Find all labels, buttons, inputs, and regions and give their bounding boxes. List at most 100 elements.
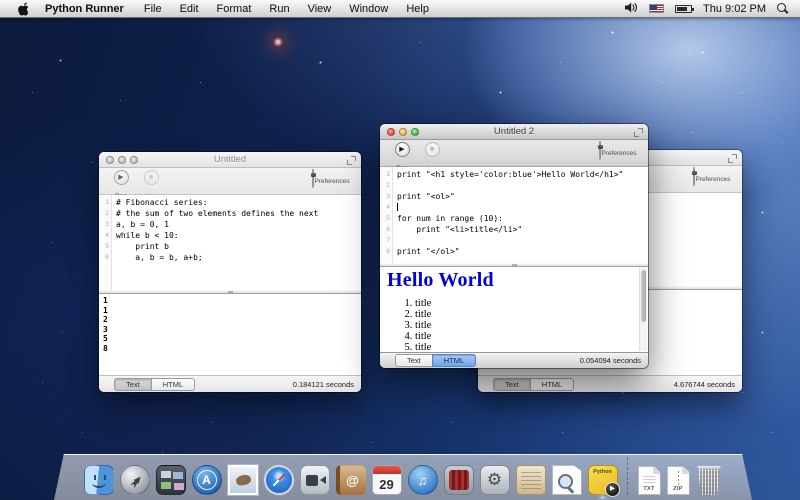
code-row: 5for num in range (10): [380, 213, 648, 224]
safari-icon[interactable] [264, 465, 294, 495]
status-bar: Text HTML 4.676744 seconds [478, 375, 742, 392]
preferences-button[interactable]: Preferences [689, 168, 735, 186]
battery-icon[interactable] [675, 5, 692, 13]
titlebar[interactable]: Untitled [99, 152, 361, 168]
line-number: 7 [380, 235, 392, 246]
tab-html[interactable]: HTML [432, 354, 476, 367]
fullscreen-icon[interactable] [347, 156, 356, 165]
tab-html[interactable]: HTML [530, 378, 574, 391]
preferences-button[interactable]: Preferences [308, 170, 354, 188]
code-line: print "<ol>" [392, 191, 455, 202]
code-row: 6 print "<li>title</li>" [380, 224, 648, 235]
status-bar: Text HTML 0.054094 seconds [380, 352, 648, 368]
menu-item[interactable]: Window [340, 0, 397, 18]
preferences-button[interactable]: Preferences [595, 142, 641, 160]
tab-text[interactable]: Text [395, 354, 432, 367]
scrollbar[interactable] [639, 268, 647, 351]
line-number: 3 [380, 191, 392, 202]
line-number: 5 [380, 213, 392, 224]
output-line: 5 [103, 334, 361, 344]
input-language-flag-icon[interactable] [649, 4, 664, 13]
code-line: print b [111, 241, 169, 252]
txt-label: TXT [639, 486, 660, 492]
gear-icon: ⚙ [481, 466, 509, 494]
output-list-item: title [415, 309, 638, 320]
output-list-item: title [415, 342, 638, 352]
preferences-icon [599, 141, 601, 160]
address-book-icon[interactable]: @ [336, 465, 366, 495]
menu-item[interactable]: Edit [171, 0, 208, 18]
output-line: 3 [103, 325, 361, 335]
dock-separator [627, 457, 629, 495]
menu-clock[interactable]: Thu 9:02 PM [703, 3, 766, 15]
apple-menu-icon[interactable] [16, 2, 28, 16]
output-line: 1 [103, 306, 361, 316]
stop-icon: ■ [425, 142, 440, 157]
txt-document-icon[interactable]: TXT [638, 466, 661, 495]
menu-item[interactable]: Python Runner [36, 0, 135, 18]
zoom-button[interactable] [130, 156, 138, 164]
code-line: print "<h1 style='color:blue'>Hello Worl… [392, 169, 623, 180]
menu-status-area: Thu 9:02 PM [625, 0, 790, 18]
html-output: Hello World titletitletitletitletitletit… [380, 267, 648, 352]
titlebar[interactable]: Untitled 2 [380, 124, 648, 140]
line-number: 8 [380, 246, 392, 257]
mail-icon[interactable] [228, 465, 258, 495]
code-line [392, 235, 397, 246]
execution-time: 4.676744 seconds [674, 380, 735, 389]
execution-time: 0.184121 seconds [293, 380, 354, 389]
menu-item[interactable]: Format [208, 0, 261, 18]
code-editor[interactable]: 1print "<h1 style='color:blue'>Hello Wor… [380, 167, 648, 263]
tab-text[interactable]: Text [114, 378, 151, 391]
zip-document-icon[interactable]: ZIP [667, 466, 690, 495]
menu-item[interactable]: View [299, 0, 341, 18]
facetime-icon[interactable] [300, 465, 330, 495]
volume-icon[interactable] [625, 0, 638, 18]
line-number: 6 [99, 252, 111, 263]
code-row: 8print "</ol>" [380, 246, 648, 257]
ical-icon[interactable]: 29 [372, 465, 402, 495]
trash-icon[interactable] [696, 466, 723, 495]
dock: A @ 29 ♫ ⚙ Python ▶ TXT ZIP [54, 454, 752, 500]
execution-time: 0.054094 seconds [580, 356, 641, 365]
itunes-icon[interactable]: ♫ [408, 465, 438, 495]
calendar-date: 29 [373, 474, 401, 494]
menu-item[interactable]: Run [260, 0, 298, 18]
code-row: 1print "<h1 style='color:blue'>Hello Wor… [380, 169, 648, 180]
zoom-button[interactable] [411, 128, 419, 136]
menu-item[interactable]: File [135, 0, 171, 18]
launchpad-icon[interactable] [120, 465, 150, 495]
code-editor[interactable]: 1# Fibonacci series:2# the sum of two el… [99, 195, 361, 290]
window-untitled: Untitled ▶ Run ■ Stop Preferences 1# Fib… [99, 152, 361, 392]
close-button[interactable] [387, 128, 395, 136]
fullscreen-icon[interactable] [634, 128, 643, 137]
code-line: # the sum of two elements defines the ne… [111, 208, 318, 219]
tab-html[interactable]: HTML [151, 378, 195, 391]
mission-control-icon[interactable] [156, 465, 186, 495]
output-view[interactable]: 112358 [99, 294, 361, 375]
python-runner-icon[interactable]: Python ▶ [588, 465, 618, 495]
menu-item[interactable]: Help [397, 0, 438, 18]
preview-icon[interactable] [552, 465, 582, 495]
tab-text[interactable]: Text [493, 378, 530, 391]
finder-icon[interactable] [84, 465, 114, 495]
status-bar: Text HTML 0.184121 seconds [99, 375, 361, 392]
play-icon: ▶ [114, 170, 129, 185]
fullscreen-icon[interactable] [728, 154, 737, 163]
app-store-icon[interactable]: A [192, 465, 222, 495]
preferences-label: Preferences [601, 150, 636, 157]
preferences-icon [312, 169, 314, 188]
code-row: 2# the sum of two elements defines the n… [99, 208, 361, 219]
spotlight-icon[interactable] [777, 3, 788, 14]
code-row: 2 [380, 180, 648, 191]
close-button[interactable] [106, 156, 114, 164]
system-preferences-icon[interactable]: ⚙ [480, 465, 510, 495]
scrollbar-thumb[interactable] [641, 270, 646, 322]
zip-label: ZIP [668, 486, 689, 492]
textedit-icon[interactable] [516, 465, 546, 495]
minimize-button[interactable] [399, 128, 407, 136]
minimize-button[interactable] [118, 156, 126, 164]
photo-booth-icon[interactable] [444, 465, 474, 495]
output-view[interactable]: Hello World titletitletitletitletitletit… [380, 267, 648, 352]
python-runner-label: Python [589, 469, 617, 475]
